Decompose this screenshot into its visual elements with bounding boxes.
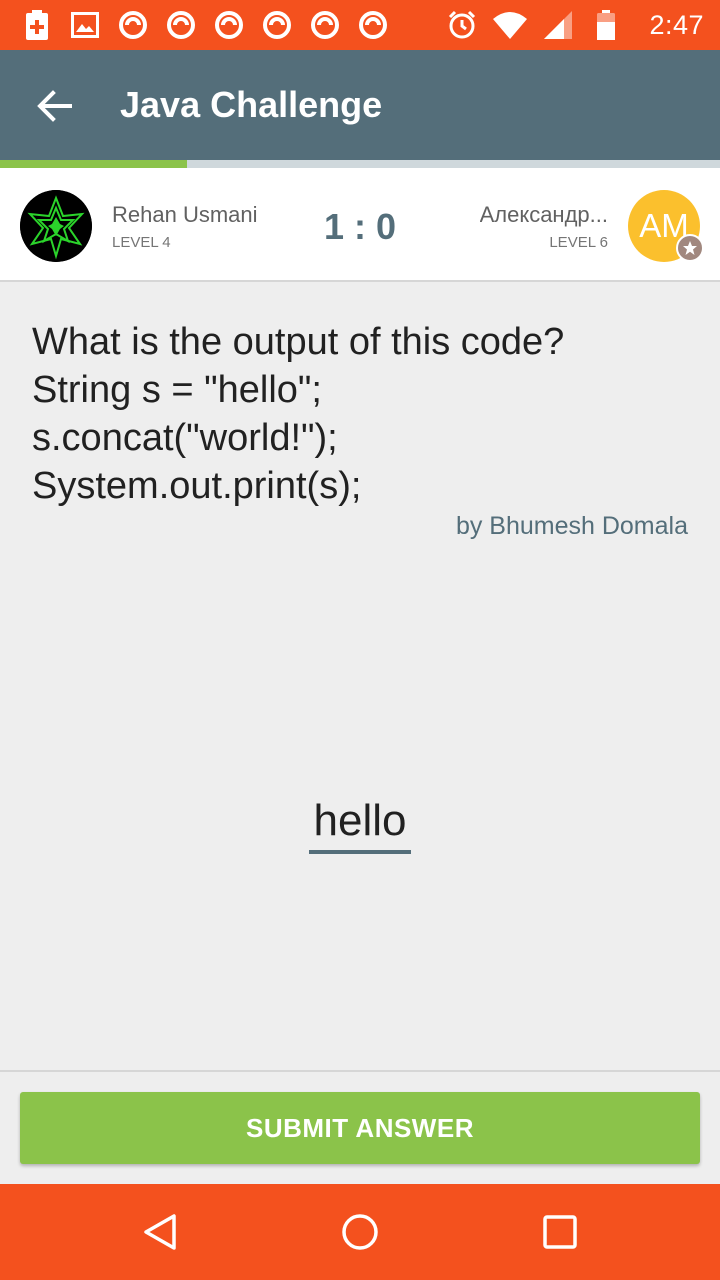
star-icon [683,241,697,255]
app-notification-icon [212,9,246,41]
player-name-left: Rehan Usmani [112,202,258,227]
home-circle-icon [342,1214,378,1250]
question-text: What is the output of this code? String … [32,321,565,507]
signal-icon [541,9,575,41]
player-name-right: Александр... [479,202,608,227]
alarm-icon [445,9,479,41]
players-header: Rehan Usmani LEVEL 4 1 : 0 Александр... … [0,168,720,282]
divider [0,1070,720,1072]
status-bar: 2:47 [0,0,720,50]
notification-icons [20,9,404,41]
system-icons: 2:47 [445,9,704,41]
back-button[interactable] [26,78,82,134]
app-notification-icon [308,9,342,41]
app-notification-icon [164,9,198,41]
arrow-back-icon [37,90,72,122]
score: 1 : 0 [323,206,397,247]
app-notification-icon [356,9,390,41]
battery-plus-icon [20,9,54,41]
player-avatar-left[interactable] [20,190,92,262]
page-title: Java Challenge [120,84,383,125]
recents-square-icon [543,1215,577,1249]
challenge-progress-bar [0,160,720,168]
app-notification-icon [260,9,294,41]
answer-area [0,796,720,854]
level-badge [676,234,704,262]
question-author: by Bhumesh Domala [455,512,688,540]
nav-home-button[interactable] [332,1204,388,1260]
image-icon [68,9,102,41]
status-time: 2:47 [649,9,704,40]
player-level-left: LEVEL 4 [112,234,171,251]
navigation-bar [0,1184,720,1280]
app-notification-icon [116,9,150,41]
submit-answer-button[interactable]: SUBMIT ANSWER [20,1092,700,1164]
back-triangle-icon [144,1214,176,1250]
nav-recents-button[interactable] [532,1204,588,1260]
player-level-right: LEVEL 6 [549,234,608,251]
star-logo-icon [20,190,92,262]
wifi-icon [493,9,528,41]
app-bar: Java Challenge [0,50,720,160]
battery-icon [589,9,623,41]
answer-input[interactable] [309,796,411,854]
nav-back-button[interactable] [132,1204,188,1260]
challenge-progress-fill [0,160,188,168]
